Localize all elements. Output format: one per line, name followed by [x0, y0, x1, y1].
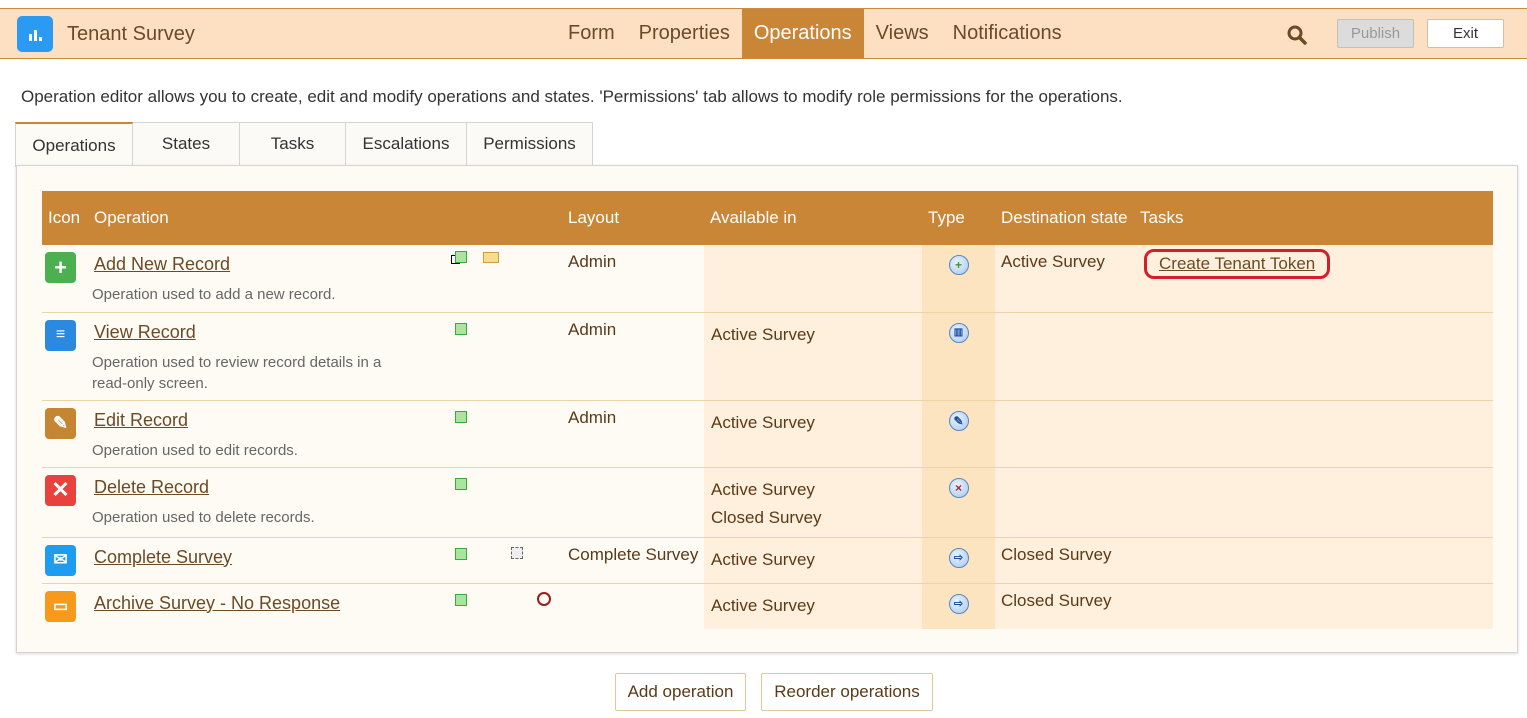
table-row: ✉ Complete Survey Complete Survey Active… [42, 537, 1493, 584]
nav-operations[interactable]: Operations [741, 9, 864, 58]
transition-type-icon: ⇨ [948, 593, 969, 614]
create-type-icon: + [948, 255, 969, 275]
green-flag-icon [455, 410, 467, 423]
view-type-icon: ▥ [948, 322, 969, 343]
table-row: + Add New Record Operation used to add a … [42, 245, 1493, 313]
green-flag-icon [455, 547, 467, 560]
operation-desc: Operation used to review record details … [92, 353, 382, 392]
delete-type-icon: × [948, 477, 969, 498]
nav-properties[interactable]: Properties [627, 9, 742, 58]
intro-text: Operation editor allows you to create, e… [21, 87, 1123, 106]
col-layout: Layout [562, 191, 704, 245]
bar-chart-icon [17, 16, 53, 52]
reorder-operations-button[interactable]: Reorder operations [761, 673, 933, 711]
layout-value: Complete Survey [568, 544, 699, 564]
col-icon: Icon [42, 191, 88, 245]
layout-value: Admin [568, 407, 617, 427]
operation-link[interactable]: Edit Record [94, 410, 443, 431]
nav-views[interactable]: Views [864, 9, 941, 58]
tab-tasks[interactable]: Tasks [240, 122, 346, 166]
col-available: Available in [704, 191, 922, 245]
operation-link[interactable]: Archive Survey - No Response [94, 593, 443, 614]
task-link[interactable]: Create Tenant Token [1144, 249, 1331, 279]
exit-button[interactable]: Exit [1427, 19, 1504, 48]
operation-desc: Operation used to add a new record. [92, 286, 336, 303]
table-row: ▭ Archive Survey - No Response Active Su… [42, 583, 1493, 629]
tab-bar: Operations States Tasks Escalations Perm… [15, 122, 593, 167]
available-value: Active Survey [711, 549, 815, 569]
green-flag-icon [455, 251, 467, 263]
col-tasks: Tasks [1134, 191, 1493, 245]
operations-table: Icon Operation Layout Available in Type … [42, 191, 1493, 629]
available-value: Active Survey Closed Survey [711, 476, 922, 532]
tab-states[interactable]: States [133, 122, 240, 166]
top-bar: Tenant Survey Form Properties Operations… [0, 8, 1527, 59]
publish-button[interactable]: Publish [1337, 19, 1414, 48]
tab-operations[interactable]: Operations [15, 122, 133, 167]
close-icon: ✕ [45, 474, 76, 506]
main-nav: Form Properties Operations Views Notific… [556, 9, 1074, 58]
operation-desc: Operation used to edit records. [92, 441, 298, 459]
col-destination: Destination state [995, 191, 1134, 245]
operations-panel: Icon Operation Layout Available in Type … [16, 165, 1518, 653]
available-state: Closed Survey [711, 507, 822, 527]
envelope-icon [483, 252, 499, 263]
archive-icon: ▭ [45, 590, 76, 622]
col-type: Type [922, 191, 995, 245]
plus-icon: + [45, 252, 76, 283]
operation-desc: Operation used to delete records. [92, 508, 315, 526]
edit-icon: ✎ [45, 407, 76, 439]
clock-icon [537, 591, 551, 606]
envelope-icon: ✉ [45, 544, 76, 576]
add-operation-button[interactable]: Add operation [615, 673, 746, 711]
tab-escalations[interactable]: Escalations [346, 122, 467, 166]
layout-value: Admin [568, 252, 617, 271]
destination-value: Active Survey [1001, 252, 1105, 271]
available-value: Active Survey [711, 324, 815, 344]
layout-value: Admin [568, 319, 617, 339]
nav-notifications[interactable]: Notifications [941, 9, 1074, 58]
available-value: Active Survey [711, 595, 815, 615]
app-title: Tenant Survey [67, 23, 195, 45]
table-row: ✎ Edit Record Operation used to edit reco… [42, 400, 1493, 468]
nav-form[interactable]: Form [556, 9, 627, 58]
green-flag-icon [455, 322, 467, 335]
tab-permissions[interactable]: Permissions [467, 122, 593, 166]
search-icon[interactable] [1287, 25, 1307, 45]
green-flag-icon [455, 477, 467, 490]
table-row: ≡ View Record Operation used to review re… [42, 312, 1493, 401]
operation-link[interactable]: View Record [94, 322, 443, 343]
available-state: Active Survey [711, 479, 815, 499]
green-flag-icon [455, 593, 467, 606]
document-icon: ≡ [45, 319, 76, 351]
edit-type-icon: ✎ [948, 410, 969, 431]
destination-value: Closed Survey [1001, 590, 1112, 610]
table-row: ✕ Delete Record Operation used to delete … [42, 467, 1493, 538]
transition-type-icon: ⇨ [948, 547, 969, 568]
operation-link[interactable]: Delete Record [94, 477, 443, 498]
operation-link[interactable]: Complete Survey [94, 547, 443, 568]
col-operation: Operation [88, 191, 443, 245]
fullscreen-icon [511, 546, 523, 559]
operation-link[interactable]: Add New Record [94, 254, 443, 275]
destination-value: Closed Survey [1001, 544, 1112, 564]
available-value: Active Survey [711, 412, 815, 432]
